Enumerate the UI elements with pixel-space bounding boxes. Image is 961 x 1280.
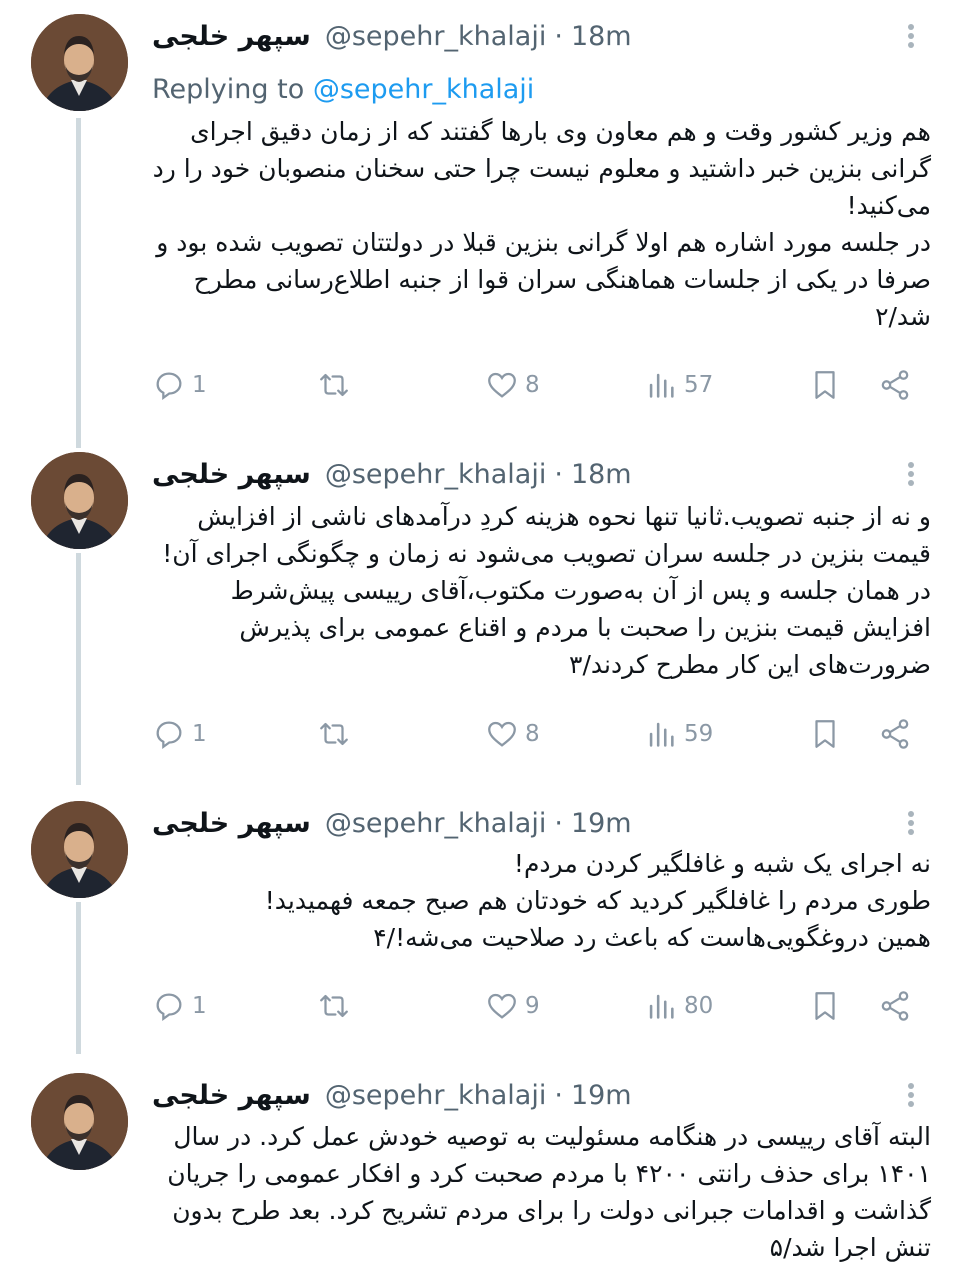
more-options-icon[interactable] — [900, 18, 922, 54]
timestamp[interactable]: 18m — [571, 21, 632, 52]
author-name[interactable]: سپهر خلجی — [152, 21, 311, 52]
separator-dot: · — [554, 20, 563, 52]
avatar[interactable] — [31, 14, 128, 111]
avatar[interactable] — [31, 1073, 128, 1170]
views-icon — [649, 722, 674, 747]
reply-count: 1 — [192, 372, 207, 398]
views-button[interactable]: 57 — [644, 363, 713, 407]
more-options-icon[interactable] — [900, 805, 922, 841]
bookmark-icon — [815, 371, 835, 399]
reply-button[interactable]: 1 — [152, 984, 207, 1028]
share-button[interactable] — [878, 984, 912, 1028]
author-handle[interactable]: @sepehr_khalaji — [325, 808, 546, 839]
retweet-icon — [320, 994, 348, 1018]
more-options-icon[interactable] — [900, 1077, 922, 1113]
bookmark-button[interactable] — [808, 712, 842, 756]
tweet[interactable]: سپهر خلجی @sepehr_khalaji · 19m نه اجرای… — [0, 801, 961, 1041]
bookmark-icon — [815, 992, 835, 1020]
views-button[interactable]: 80 — [644, 984, 713, 1028]
tweet-header: سپهر خلجی @sepehr_khalaji · 19m — [152, 803, 632, 843]
replying-to-label: Replying to — [152, 74, 305, 105]
avatar[interactable] — [31, 452, 128, 549]
like-button[interactable]: 9 — [485, 984, 540, 1028]
tweet[interactable]: سپهر خلجی @sepehr_khalaji · 19m البته آق… — [0, 1073, 961, 1280]
reply-button[interactable]: 1 — [152, 712, 207, 756]
like-button[interactable]: 8 — [485, 363, 540, 407]
replying-to: Replying to @sepehr_khalaji — [152, 74, 534, 105]
reply-icon — [156, 372, 182, 400]
separator-dot: · — [554, 1079, 563, 1111]
share-button[interactable] — [878, 712, 912, 756]
retweet-button[interactable] — [317, 363, 351, 407]
reply-count: 1 — [192, 993, 207, 1019]
tweet[interactable]: سپهر خلجی @sepehr_khalaji · 18m Replying… — [0, 14, 961, 434]
heart-icon — [488, 372, 516, 398]
tweet-actions: 1 8 59 — [152, 712, 932, 756]
share-button[interactable] — [878, 363, 912, 407]
separator-dot: · — [554, 807, 563, 839]
share-icon — [881, 719, 909, 749]
tweet-text: نه اجرای یک شبه و غافلگیر کردن مردم! طور… — [264, 849, 931, 952]
author-handle[interactable]: @sepehr_khalaji — [325, 21, 546, 52]
share-icon — [881, 991, 909, 1021]
reply-button[interactable]: 1 — [152, 363, 207, 407]
author-handle[interactable]: @sepehr_khalaji — [325, 459, 546, 490]
tweet-actions: 1 9 80 — [152, 984, 932, 1028]
heart-icon — [488, 721, 516, 747]
tweet-header: سپهر خلجی @sepehr_khalaji · 18m — [152, 16, 632, 56]
view-count: 57 — [684, 372, 714, 398]
author-name[interactable]: سپهر خلجی — [152, 808, 311, 839]
retweet-button[interactable] — [317, 984, 351, 1028]
reply-icon — [156, 993, 182, 1021]
like-count: 8 — [525, 372, 540, 398]
separator-dot: · — [554, 458, 563, 490]
heart-icon — [488, 993, 516, 1019]
like-count: 9 — [525, 993, 540, 1019]
views-icon — [649, 994, 674, 1019]
retweet-icon — [320, 722, 348, 746]
timestamp[interactable]: 18m — [571, 459, 632, 490]
bookmark-icon — [815, 720, 835, 748]
avatar[interactable] — [31, 801, 128, 898]
more-options-icon[interactable] — [900, 456, 922, 492]
bookmark-button[interactable] — [808, 984, 842, 1028]
tweet-text: البته آقای رییسی در هنگامه مسئولیت به تو… — [167, 1122, 931, 1262]
views-button[interactable]: 59 — [644, 712, 713, 756]
retweet-button[interactable] — [317, 712, 351, 756]
like-button[interactable]: 8 — [485, 712, 540, 756]
timestamp[interactable]: 19m — [571, 1080, 632, 1111]
author-name[interactable]: سپهر خلجی — [152, 459, 311, 490]
bookmark-button[interactable] — [808, 363, 842, 407]
reply-count: 1 — [192, 721, 207, 747]
tweet[interactable]: سپهر خلجی @sepehr_khalaji · 18m و نه از … — [0, 452, 961, 782]
like-count: 8 — [525, 721, 540, 747]
view-count: 80 — [684, 993, 714, 1019]
retweet-icon — [320, 373, 348, 397]
timestamp[interactable]: 19m — [571, 808, 632, 839]
author-name[interactable]: سپهر خلجی — [152, 1080, 311, 1111]
tweet-text: هم وزیر کشور وقت و هم معاون وی بارها گفت… — [152, 117, 931, 331]
tweet-actions: 1 8 57 — [152, 363, 932, 407]
tweet-header: سپهر خلجی @sepehr_khalaji · 18m — [152, 454, 632, 494]
tweet-header: سپهر خلجی @sepehr_khalaji · 19m — [152, 1075, 632, 1115]
share-icon — [881, 370, 909, 400]
replying-to-handle[interactable]: @sepehr_khalaji — [313, 74, 534, 105]
reply-icon — [156, 721, 182, 749]
view-count: 59 — [684, 721, 714, 747]
tweet-text: و نه از جنبه تصویب.ثانیا تنها نحوه هزینه… — [162, 502, 931, 679]
views-icon — [649, 373, 674, 398]
author-handle[interactable]: @sepehr_khalaji — [325, 1080, 546, 1111]
